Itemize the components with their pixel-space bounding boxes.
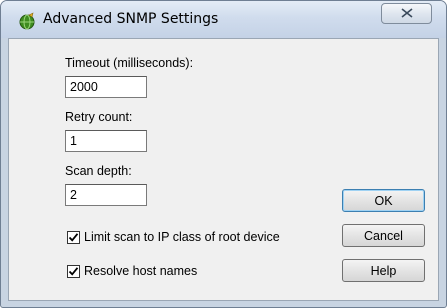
cancel-button[interactable]: Cancel bbox=[342, 224, 425, 247]
retry-count-label: Retry count: bbox=[65, 110, 133, 124]
resolve-names-checkbox-row[interactable]: Resolve host names bbox=[67, 264, 197, 278]
limit-scan-checkbox-row[interactable]: Limit scan to IP class of root device bbox=[67, 230, 280, 244]
title-bar[interactable]: Advanced SNMP Settings bbox=[1, 1, 446, 38]
dialog-window: Advanced SNMP Settings Timeout (millisec… bbox=[0, 0, 447, 308]
scan-depth-input[interactable]: 2 bbox=[65, 184, 147, 206]
window-title: Advanced SNMP Settings bbox=[43, 11, 219, 27]
timeout-input[interactable]: 2000 bbox=[65, 76, 147, 98]
resolve-names-checkbox[interactable] bbox=[67, 264, 80, 278]
checkmark-icon bbox=[68, 232, 79, 242]
checkmark-icon bbox=[68, 266, 79, 276]
dialog-body: Timeout (milliseconds): 2000 Retry count… bbox=[8, 38, 439, 301]
retry-count-input[interactable]: 1 bbox=[65, 130, 147, 152]
resolve-names-label: Resolve host names bbox=[84, 264, 198, 278]
limit-scan-checkbox[interactable] bbox=[67, 230, 80, 244]
limit-scan-label: Limit scan to IP class of root device bbox=[84, 230, 280, 244]
close-button[interactable] bbox=[381, 3, 432, 24]
help-button[interactable]: Help bbox=[342, 259, 425, 282]
ok-button[interactable]: OK bbox=[342, 189, 425, 212]
timeout-label: Timeout (milliseconds): bbox=[65, 56, 194, 70]
scan-depth-label: Scan depth: bbox=[65, 164, 132, 178]
snmp-globe-icon bbox=[18, 12, 36, 30]
close-icon bbox=[401, 7, 413, 21]
